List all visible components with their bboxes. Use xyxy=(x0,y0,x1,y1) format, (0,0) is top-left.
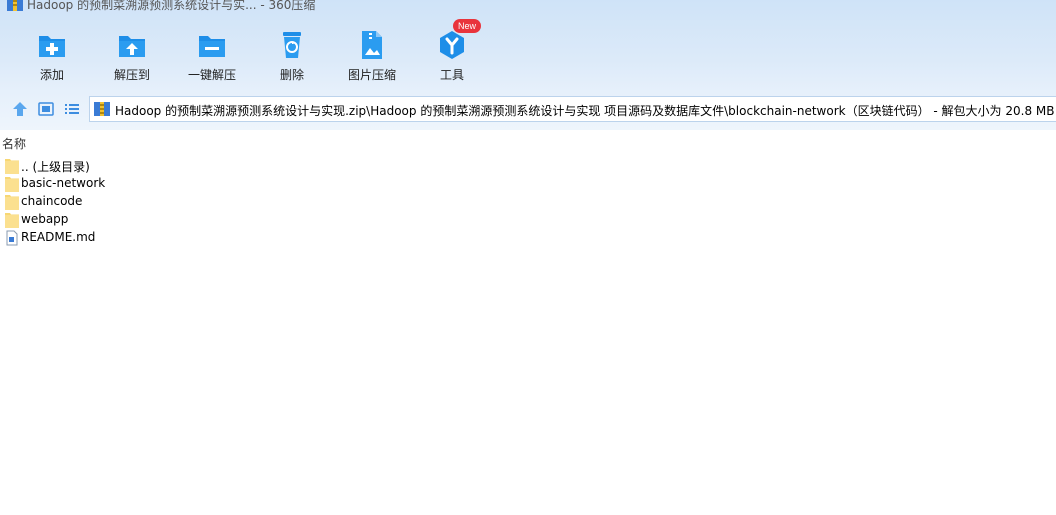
one-click-extract-label: 一键解压 xyxy=(187,68,236,82)
navigation-bar: Hadoop 的预制菜溯源预测系统设计与实现.zip\Hadoop 的预制菜溯源… xyxy=(0,96,1056,124)
new-badge: New xyxy=(453,19,481,33)
list-item-webapp[interactable]: webapp xyxy=(0,211,600,229)
list-item-chaincode[interactable]: chaincode xyxy=(0,193,600,211)
extract-to-icon xyxy=(119,36,145,57)
tools-icon xyxy=(440,31,464,59)
address-bar[interactable]: Hadoop 的预制菜溯源预测系统设计与实现.zip\Hadoop 的预制菜溯源… xyxy=(89,96,1056,122)
archive-app-icon xyxy=(7,0,23,11)
add-icon xyxy=(39,36,65,57)
list-item-label: chaincode xyxy=(21,194,83,208)
delete-label: 删除 xyxy=(279,68,304,82)
delete-button[interactable]: 删除 xyxy=(252,26,332,86)
folder-icon xyxy=(5,213,19,228)
list-item-label: README.md xyxy=(21,230,96,244)
list-view-icon[interactable] xyxy=(63,100,81,118)
extract-to-button[interactable]: 解压到 xyxy=(92,26,172,86)
thumbnail-view-icon[interactable] xyxy=(37,100,55,118)
list-item-label: basic-network xyxy=(21,176,106,190)
list-item-readme[interactable]: README.md xyxy=(0,229,600,247)
add-button[interactable]: 添加 xyxy=(12,26,92,86)
file-list: 名称 .. (上级目录) basic-network chaincode web… xyxy=(0,130,1056,515)
list-item-parent-dir[interactable]: .. (上级目录) xyxy=(0,157,600,175)
list-item-label: webapp xyxy=(21,212,69,226)
folder-icon xyxy=(5,159,19,174)
archive-icon xyxy=(94,102,110,116)
address-path: Hadoop 的预制菜溯源预测系统设计与实现.zip\Hadoop 的预制菜溯源… xyxy=(115,104,1055,118)
one-click-extract-icon xyxy=(199,36,225,57)
tools-label: 工具 xyxy=(439,68,464,82)
folder-icon xyxy=(5,177,19,192)
tools-button[interactable]: 工具 xyxy=(412,26,492,86)
image-compress-label: 图片压缩 xyxy=(347,68,396,82)
folder-icon xyxy=(5,195,19,210)
add-label: 添加 xyxy=(39,68,64,82)
image-compress-icon xyxy=(362,31,382,59)
delete-icon xyxy=(283,32,301,58)
list-item-basic-network[interactable]: basic-network xyxy=(0,175,600,193)
extract-to-label: 解压到 xyxy=(113,68,150,82)
title-bar: Hadoop 的预制菜溯源预测系统设计与实... - 360压缩 xyxy=(0,0,1056,14)
top-area: Hadoop 的预制菜溯源预测系统设计与实... - 360压缩 添加 解压到 … xyxy=(0,0,1056,130)
one-click-extract-button[interactable]: 一键解压 xyxy=(172,26,252,86)
document-file-icon xyxy=(6,230,18,246)
window-title: Hadoop 的预制菜溯源预测系统设计与实... - 360压缩 xyxy=(27,0,316,12)
list-item-label: .. (上级目录) xyxy=(21,160,90,174)
image-compress-button[interactable]: 图片压缩 xyxy=(332,26,412,86)
column-header-name[interactable]: 名称 xyxy=(0,130,1056,152)
up-arrow-icon[interactable] xyxy=(11,100,29,118)
column-name-label: 名称 xyxy=(2,137,27,151)
